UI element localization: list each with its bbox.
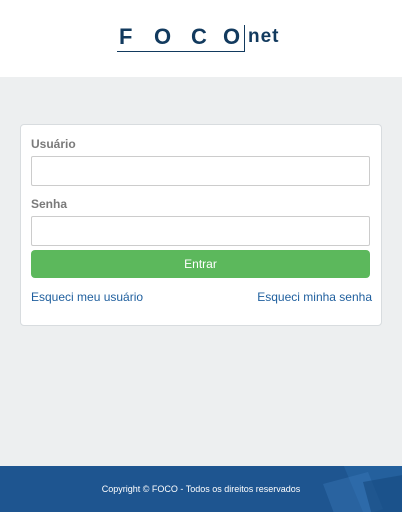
password-label: Senha: [31, 197, 68, 211]
username-input[interactable]: [31, 156, 370, 186]
logo-divider: [244, 25, 245, 51]
username-label: Usuário: [31, 137, 76, 151]
login-button[interactable]: Entrar: [31, 250, 370, 278]
logo-suffix: net: [248, 26, 280, 47]
copyright-text: Copyright © FOCO - Todos os direitos res…: [101, 484, 301, 494]
footer: Copyright © FOCO - Todos os direitos res…: [0, 466, 402, 512]
logo-letter-o2: O: [223, 24, 241, 49]
logo-underline: [117, 51, 245, 52]
password-input[interactable]: [31, 216, 370, 246]
forgot-password-link[interactable]: Esqueci minha senha: [257, 290, 372, 304]
logo-letter-f: F: [119, 24, 133, 49]
login-card: Usuário Senha Entrar Esqueci meu usuário…: [20, 124, 382, 326]
header: F O C O net: [0, 0, 402, 77]
foconet-logo: F O C O net: [117, 24, 297, 56]
forgot-username-link[interactable]: Esqueci meu usuário: [31, 290, 143, 304]
logo-letter-o: O: [154, 24, 172, 49]
logo-letter-c: C: [191, 24, 207, 49]
